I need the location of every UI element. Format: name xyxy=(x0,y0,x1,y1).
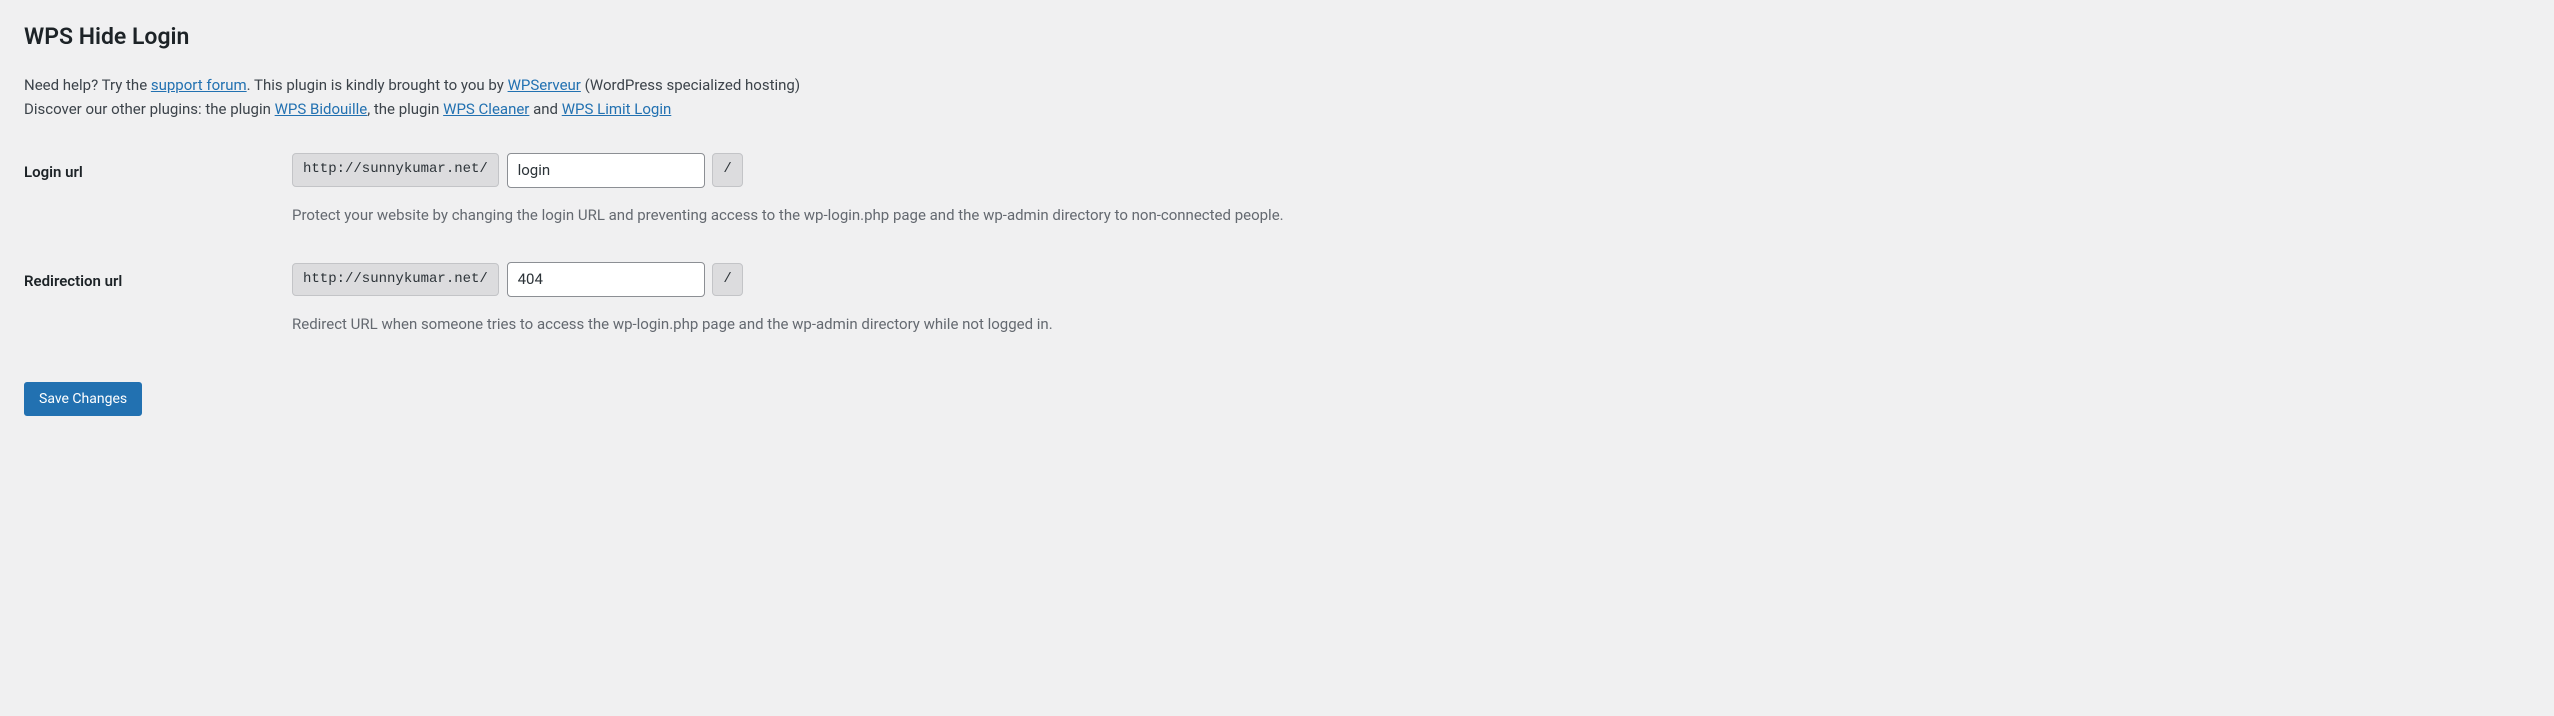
intro-text: Discover our other plugins: the plugin xyxy=(24,100,275,118)
intro-text: (WordPress specialized hosting) xyxy=(581,76,800,94)
redirect-url-row: Redirection url http://sunnykumar.net/ /… xyxy=(24,252,2530,362)
settings-form-table: Login url http://sunnykumar.net/ / Prote… xyxy=(24,143,2530,362)
redirect-url-prefix: http://sunnykumar.net/ xyxy=(292,263,499,297)
intro-text: , the plugin xyxy=(367,100,443,118)
wpserveur-link[interactable]: WPServeur xyxy=(508,76,581,94)
support-forum-link[interactable]: support forum xyxy=(151,76,247,94)
submit-row: Save Changes xyxy=(24,382,2530,417)
intro-text: and xyxy=(529,100,561,118)
redirect-url-description: Redirect URL when someone tries to acces… xyxy=(292,313,2530,336)
login-url-suffix: / xyxy=(712,153,742,187)
login-url-label: Login url xyxy=(24,143,292,253)
intro-text: Need help? Try the xyxy=(24,76,151,94)
login-url-prefix: http://sunnykumar.net/ xyxy=(292,153,499,187)
section-heading: WPS Hide Login xyxy=(24,20,2530,55)
intro-text: . This plugin is kindly brought to you b… xyxy=(247,76,508,94)
login-url-row: Login url http://sunnykumar.net/ / Prote… xyxy=(24,143,2530,253)
intro-paragraph: Need help? Try the support forum. This p… xyxy=(24,73,2530,121)
save-changes-button[interactable]: Save Changes xyxy=(24,382,142,417)
login-url-description: Protect your website by changing the log… xyxy=(292,204,2530,227)
login-url-input[interactable] xyxy=(507,153,705,188)
wps-cleaner-link[interactable]: WPS Cleaner xyxy=(443,100,529,118)
redirect-url-suffix: / xyxy=(712,263,742,297)
redirect-url-input[interactable] xyxy=(507,262,705,297)
redirect-url-label: Redirection url xyxy=(24,252,292,362)
wps-limit-login-link[interactable]: WPS Limit Login xyxy=(562,100,672,118)
wps-bidouille-link[interactable]: WPS Bidouille xyxy=(275,100,368,118)
